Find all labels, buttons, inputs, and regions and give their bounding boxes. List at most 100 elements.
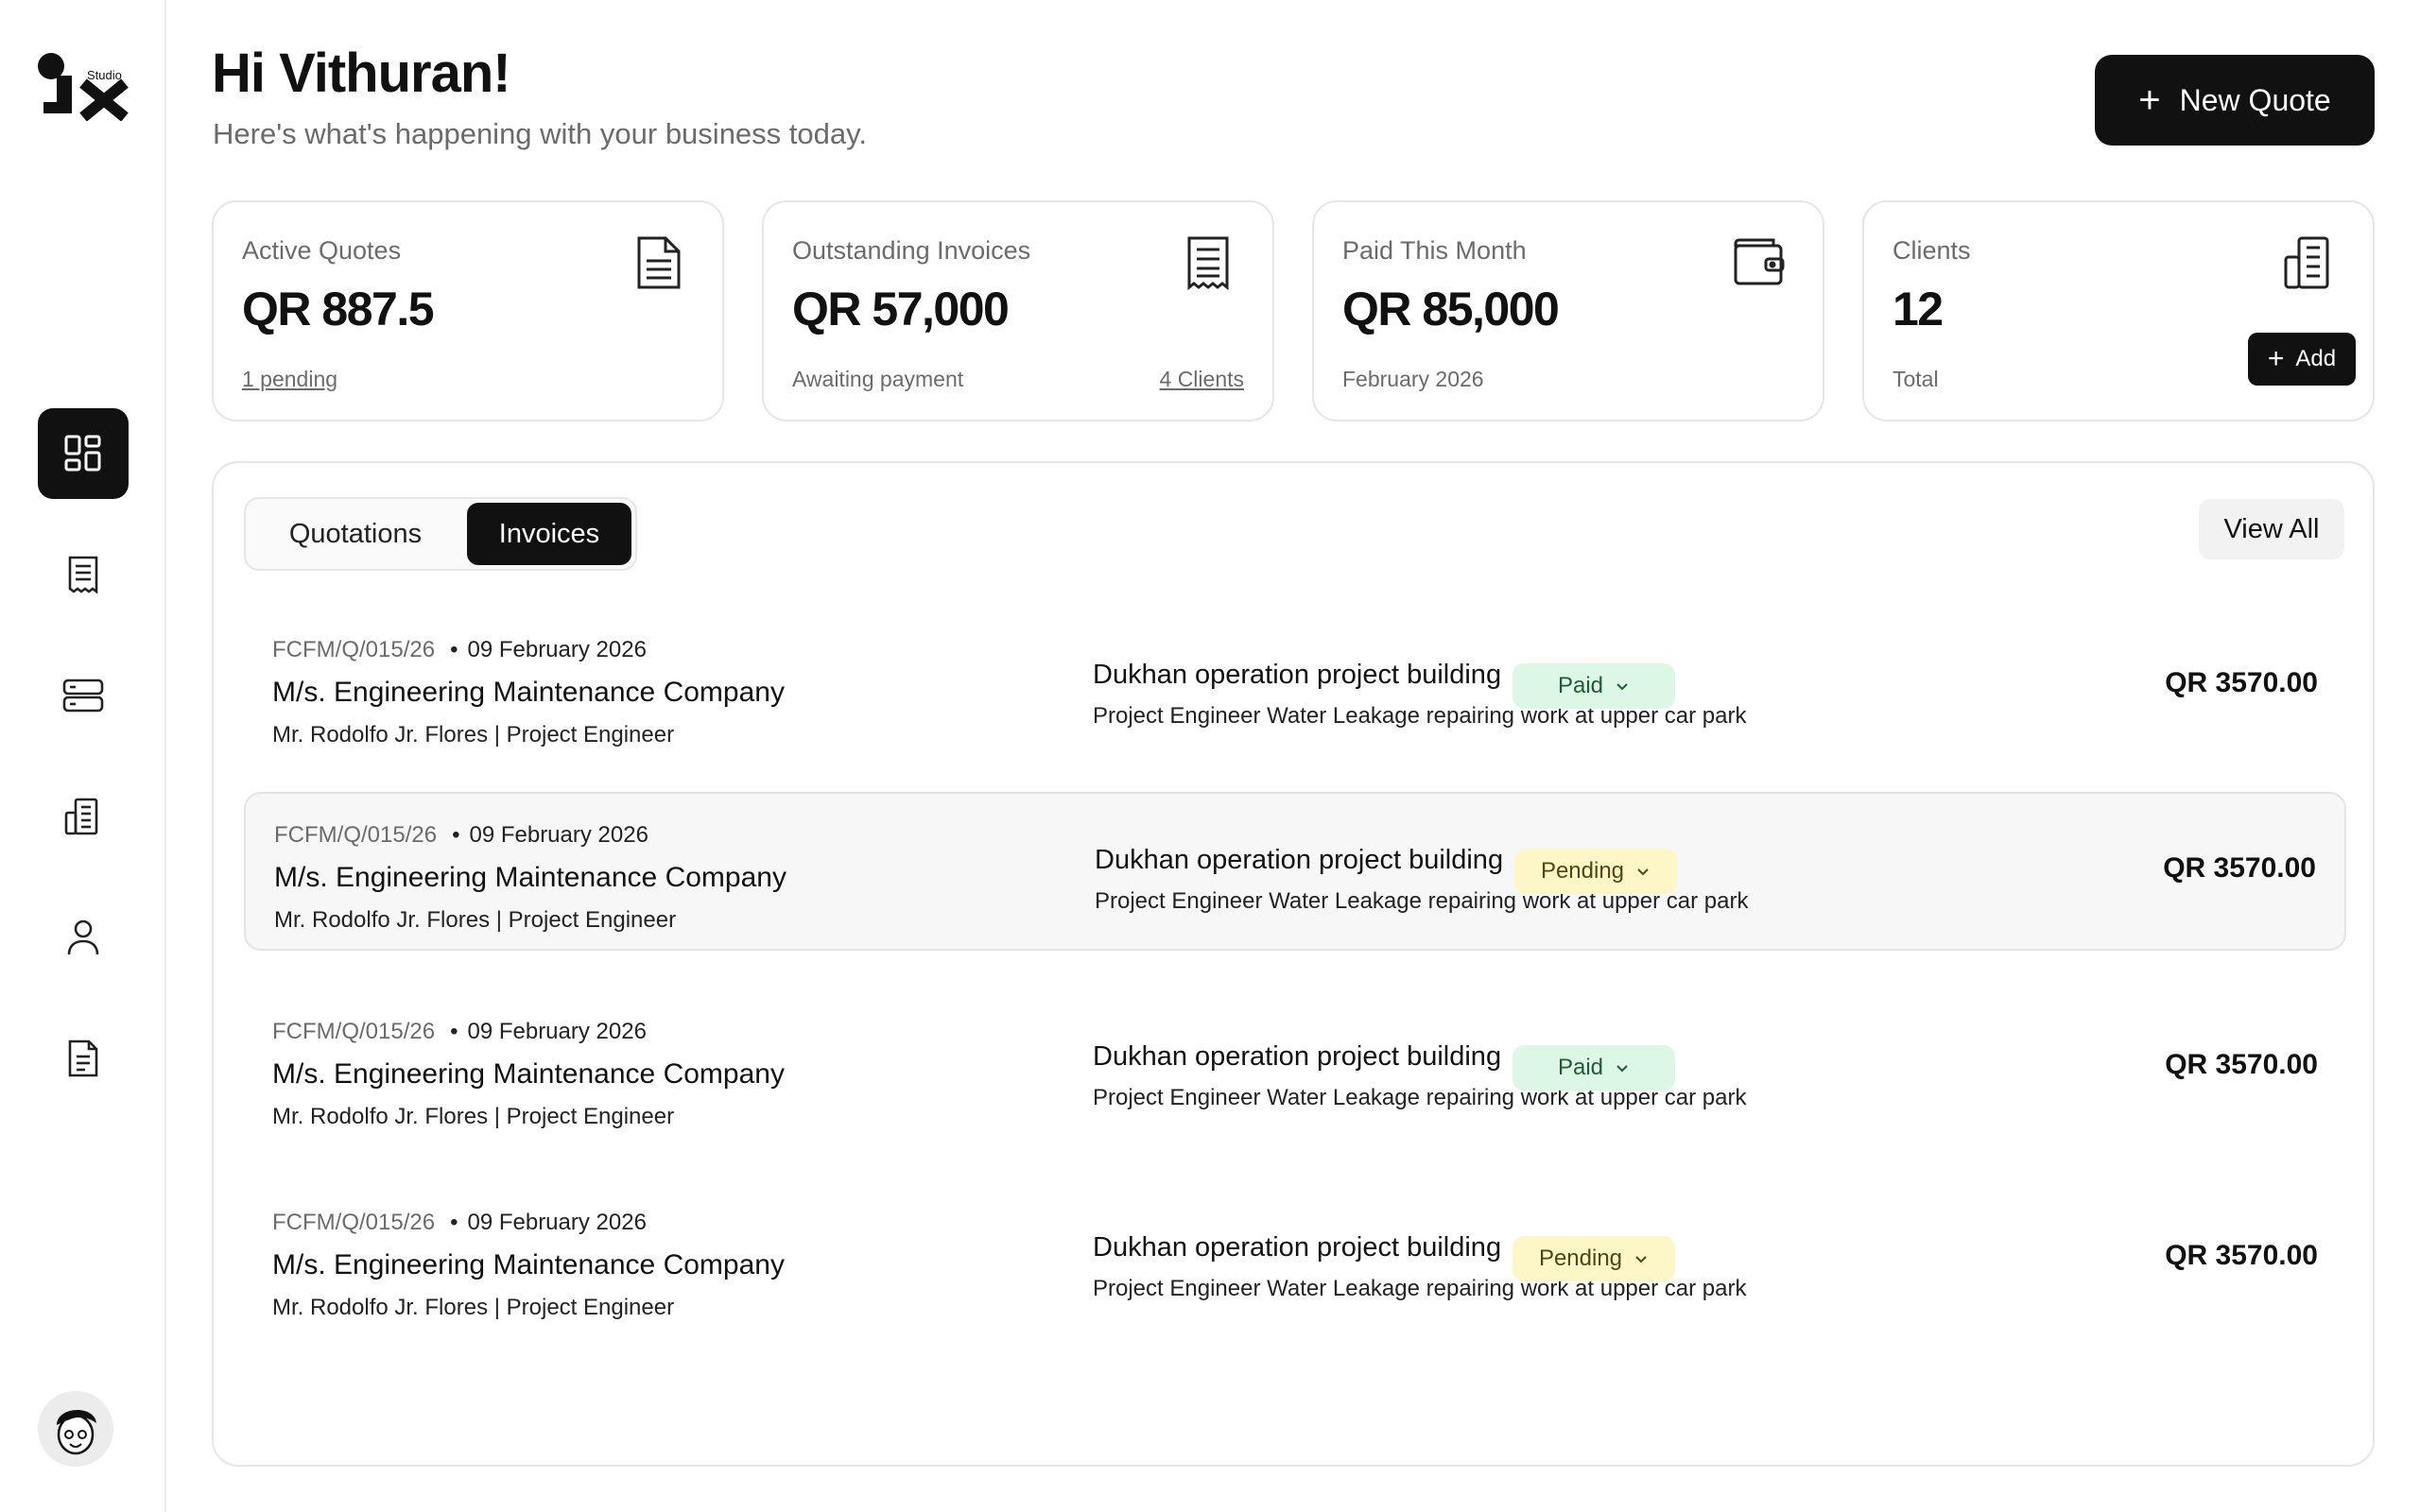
avatar[interactable] xyxy=(38,1391,113,1467)
new-quote-button[interactable]: + New Quote xyxy=(2095,55,2375,146)
sidebar: Studio xyxy=(0,0,166,1512)
sidebar-item-receipts[interactable] xyxy=(38,529,129,620)
row-amount: QR 3570.00 xyxy=(2163,852,2316,884)
company-name: M/s. Engineering Maintenance Company xyxy=(272,1058,785,1090)
project-name: Dukhan operation project building xyxy=(1095,845,1504,875)
sidebar-item-clients[interactable] xyxy=(38,771,129,862)
building-icon xyxy=(2284,236,2329,289)
add-client-label: Add xyxy=(2295,346,2337,371)
company-name: M/s. Engineering Maintenance Company xyxy=(274,862,786,893)
row-amount: QR 3570.00 xyxy=(2165,1240,2318,1271)
server-stack-icon xyxy=(62,679,104,713)
studio-logo[interactable]: Studio xyxy=(36,51,132,122)
receipt-icon xyxy=(1187,236,1229,291)
view-all-button[interactable]: View All xyxy=(2199,499,2344,559)
page-subtitle: Here's what's happening with your busine… xyxy=(213,117,867,150)
new-quote-label: New Quote xyxy=(2179,82,2331,117)
stat-foot: February 2026 xyxy=(1342,367,1484,391)
status-badge[interactable]: Pending xyxy=(1514,849,1677,894)
stat-card-active-quotes[interactable]: Active Quotes QR 887.5 1 pending xyxy=(212,200,724,421)
stat-card-paid-this-month[interactable]: Paid This Month QR 85,000 February 2026 xyxy=(1312,200,1824,421)
stat-foot: Awaiting payment xyxy=(792,367,964,391)
company-name: M/s. Engineering Maintenance Company xyxy=(272,1249,785,1280)
tab-invoices[interactable]: Invoices xyxy=(467,503,631,565)
status-badge[interactable]: Paid xyxy=(1512,663,1675,709)
add-client-button[interactable]: + Add xyxy=(2248,333,2356,386)
sidebar-item-dashboard[interactable] xyxy=(38,408,129,499)
row-date: 09 February 2026 xyxy=(467,1019,647,1044)
row-date: 09 February 2026 xyxy=(467,637,647,662)
row-meta: FCFM/Q/015/26 • 09 February 2026 xyxy=(274,822,648,849)
contact-person: Mr. Rodolfo Jr. Flores | Project Enginee… xyxy=(272,1104,675,1129)
contact-person: Mr. Rodolfo Jr. Flores | Project Enginee… xyxy=(272,722,675,747)
separator-dot: • xyxy=(452,822,460,848)
status-label: Pending xyxy=(1540,858,1625,884)
row-date: 09 February 2026 xyxy=(467,1210,647,1235)
invoice-row[interactable]: FCFM/Q/015/26 • 09 February 2026 M/s. Engi… xyxy=(244,1181,2346,1340)
chevron-down-icon xyxy=(1635,1256,1647,1263)
separator-dot: • xyxy=(450,637,458,662)
contact-person: Mr. Rodolfo Jr. Flores | Project Enginee… xyxy=(272,1295,675,1320)
project-name: Dukhan operation project building xyxy=(1093,1232,1502,1263)
user-icon xyxy=(67,919,99,955)
reference-number: FCFM/Q/015/26 xyxy=(272,1210,436,1235)
stat-value: QR 887.5 xyxy=(242,283,435,335)
dashboard-grid-icon xyxy=(64,435,101,472)
document-icon xyxy=(637,236,681,289)
status-badge[interactable]: Pending xyxy=(1512,1236,1675,1281)
receipt-icon xyxy=(68,556,98,594)
status-badge[interactable]: Paid xyxy=(1512,1045,1675,1091)
row-amount: QR 3570.00 xyxy=(2165,667,2318,698)
company-name: M/s. Engineering Maintenance Company xyxy=(272,677,785,708)
separator-dot: • xyxy=(450,1019,458,1044)
chevron-down-icon xyxy=(1637,868,1649,876)
building-icon xyxy=(64,798,98,835)
page-title: Hi Vithuran! xyxy=(212,43,511,104)
status-label: Pending xyxy=(1538,1246,1623,1271)
plus-icon: + xyxy=(2267,343,2285,374)
sidebar-item-documents[interactable] xyxy=(38,1013,129,1104)
stat-label: Paid This Month xyxy=(1342,236,1527,265)
stat-label: Clients xyxy=(1893,236,1971,265)
row-meta: FCFM/Q/015/26 • 09 February 2026 xyxy=(272,637,647,663)
separator-dot: • xyxy=(450,1210,458,1235)
clients-link[interactable]: 4 Clients xyxy=(1160,367,1244,392)
wallet-icon xyxy=(1734,238,1785,285)
row-meta: FCFM/Q/015/26 • 09 February 2026 xyxy=(272,1210,647,1236)
pending-link[interactable]: 1 pending xyxy=(242,367,337,392)
status-label: Paid xyxy=(1557,1055,1604,1080)
documents-panel: Quotations Invoices View All FCFM/Q/015/… xyxy=(212,461,2375,1467)
stat-value: QR 85,000 xyxy=(1342,283,1560,335)
project-name: Dukhan operation project building xyxy=(1093,1041,1502,1072)
stat-value: 12 xyxy=(1893,283,1944,335)
row-amount: QR 3570.00 xyxy=(2165,1049,2318,1080)
row-date: 09 February 2026 xyxy=(469,822,648,848)
chevron-down-icon xyxy=(1616,1065,1628,1073)
stat-label: Active Quotes xyxy=(242,236,402,265)
reference-number: FCFM/Q/015/26 xyxy=(274,822,438,848)
sidebar-item-profile[interactable] xyxy=(38,892,129,983)
tab-group: Quotations Invoices xyxy=(244,497,637,571)
logo-mark-icon xyxy=(38,53,129,122)
status-label: Paid xyxy=(1557,673,1604,698)
invoice-row[interactable]: FCFM/Q/015/26 • 09 February 2026 M/s. Engi… xyxy=(244,990,2346,1149)
sidebar-item-servers[interactable] xyxy=(38,650,129,741)
stat-card-clients[interactable]: Clients 12 Total + Add xyxy=(1862,200,2375,421)
invoice-row[interactable]: FCFM/Q/015/26 • 09 February 2026 M/s. Engi… xyxy=(244,792,2346,951)
stat-card-outstanding-invoices[interactable]: Outstanding Invoices QR 57,000 Awaiting … xyxy=(762,200,1274,421)
row-meta: FCFM/Q/015/26 • 09 February 2026 xyxy=(272,1019,647,1045)
user-avatar-icon xyxy=(38,1391,113,1467)
document-list-icon xyxy=(68,1040,98,1077)
stat-value: QR 57,000 xyxy=(792,283,1010,335)
plus-icon: + xyxy=(2138,79,2161,121)
reference-number: FCFM/Q/015/26 xyxy=(272,1019,436,1044)
tab-quotations[interactable]: Quotations xyxy=(253,503,458,565)
project-name: Dukhan operation project building xyxy=(1093,660,1502,690)
stat-label: Outstanding Invoices xyxy=(792,236,1031,265)
reference-number: FCFM/Q/015/26 xyxy=(272,637,436,662)
logo-studio-text: Studio xyxy=(87,68,122,82)
chevron-down-icon xyxy=(1616,683,1628,691)
contact-person: Mr. Rodolfo Jr. Flores | Project Enginee… xyxy=(274,907,677,933)
invoice-row[interactable]: FCFM/Q/015/26 • 09 February 2026 M/s. Engi… xyxy=(244,609,2346,767)
stat-foot: Total xyxy=(1893,367,1939,391)
